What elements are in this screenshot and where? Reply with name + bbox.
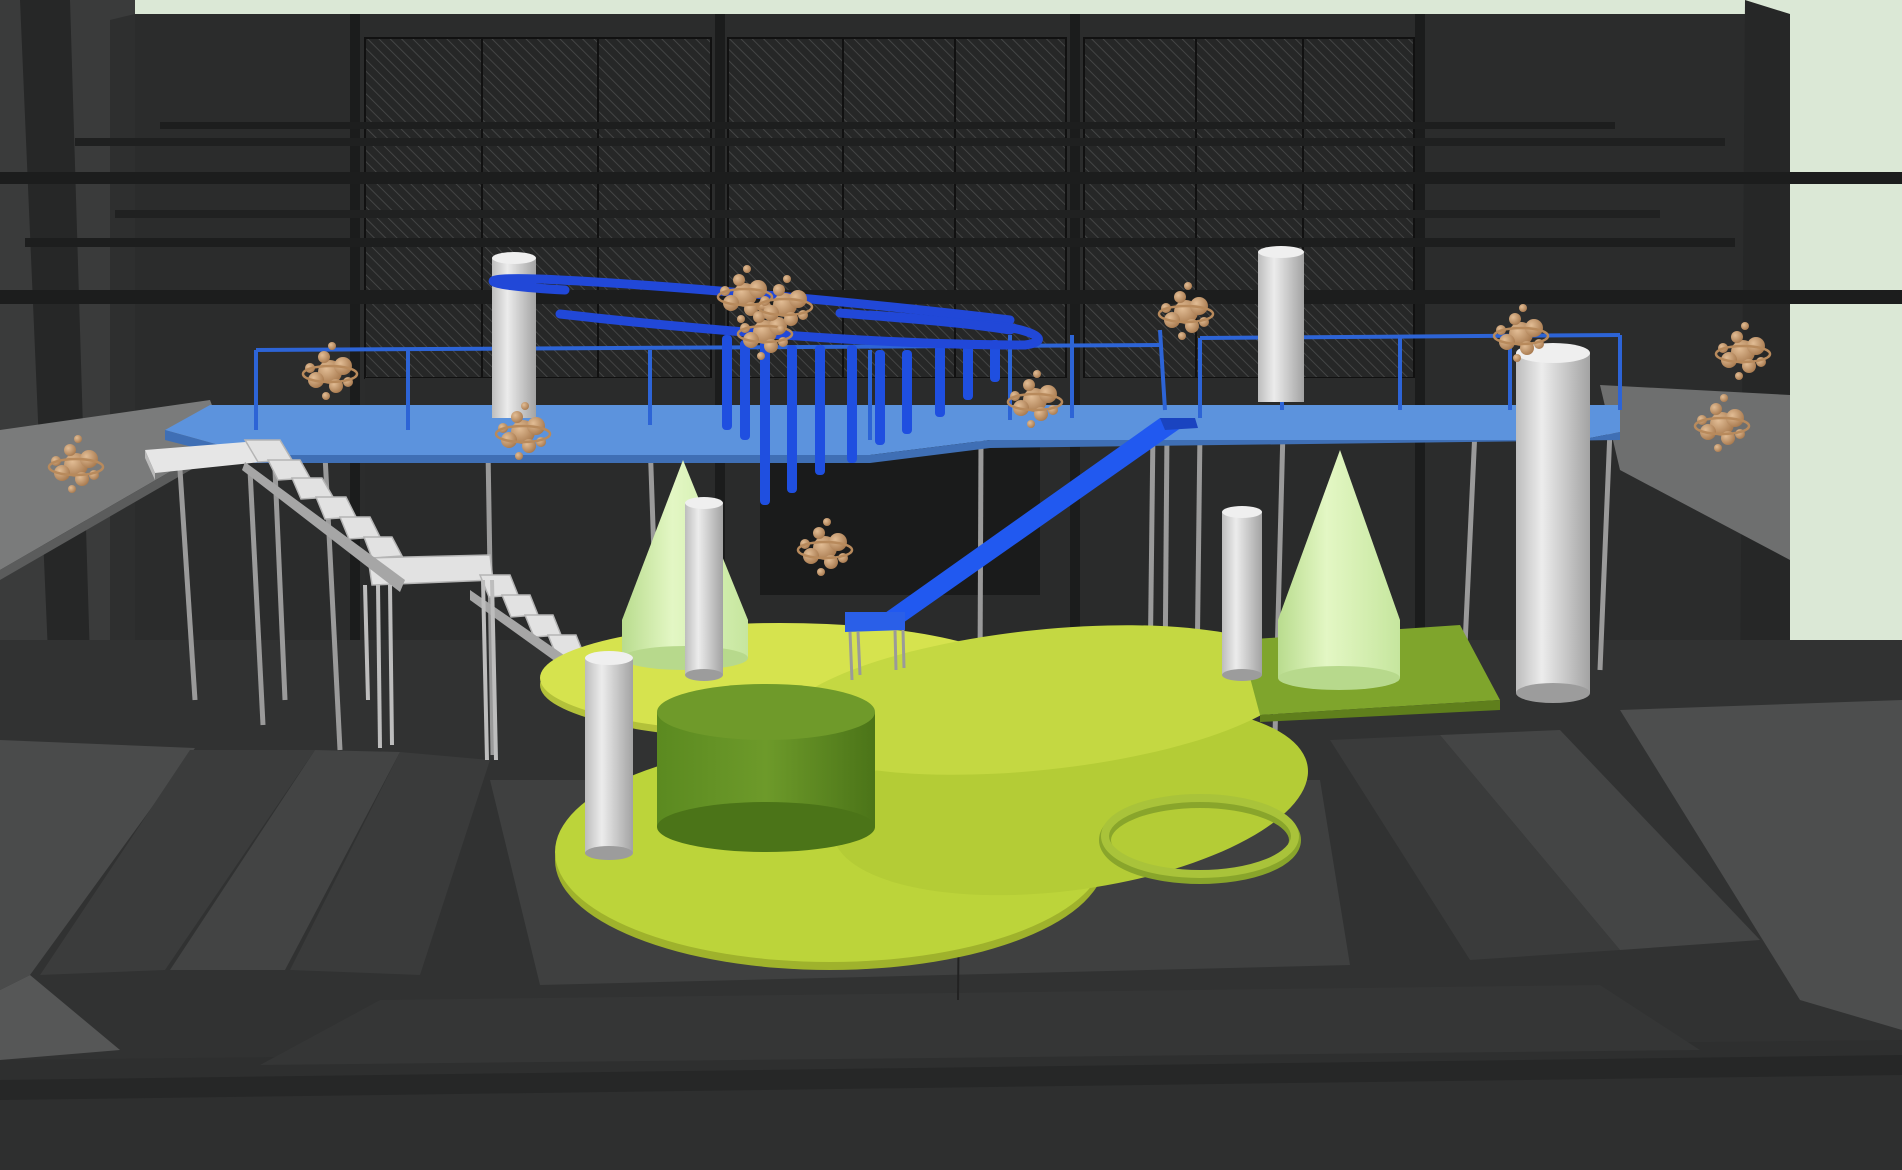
stage-model-viewport[interactable] (0, 0, 1902, 1170)
white-column-tall-right (1516, 343, 1590, 703)
green-drum-cylinder (657, 684, 875, 852)
stage-scene-svg (0, 0, 1902, 1170)
white-column-upper-right (1258, 246, 1304, 402)
white-column-front-left (585, 651, 633, 860)
white-column-center-right (1222, 506, 1262, 681)
white-column-center-left (685, 497, 723, 681)
